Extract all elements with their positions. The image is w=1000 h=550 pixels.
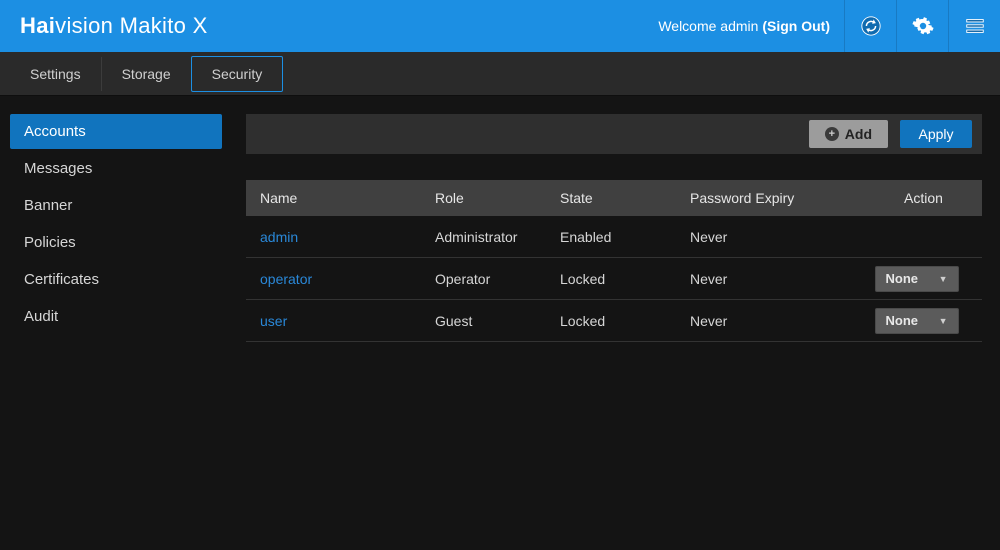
welcome-text: Welcome admin (Sign Out) xyxy=(658,18,830,34)
table-row: admin Administrator Enabled Never xyxy=(246,216,982,258)
brand-bold: Hai xyxy=(20,13,55,38)
tab-storage[interactable]: Storage xyxy=(101,57,191,91)
nav-tabs: Settings Storage Security xyxy=(0,52,1000,96)
account-link[interactable]: operator xyxy=(260,271,312,287)
action-select-label: None xyxy=(886,313,919,328)
table-row: user Guest Locked Never None ▼ xyxy=(246,300,982,342)
table-row: operator Operator Locked Never None ▼ xyxy=(246,258,982,300)
action-select[interactable]: None ▼ xyxy=(875,266,959,292)
add-button-label: Add xyxy=(845,126,872,142)
accounts-table: Name Role State Password Expiry Action a… xyxy=(246,180,982,342)
sidebar-item-certificates[interactable]: Certificates xyxy=(10,262,222,297)
account-link[interactable]: admin xyxy=(260,229,298,245)
tab-settings[interactable]: Settings xyxy=(10,57,101,91)
main-panel: + Add Apply Name Role State Password Exp… xyxy=(232,96,1000,550)
action-select-label: None xyxy=(886,271,919,286)
chevron-down-icon: ▼ xyxy=(939,316,948,326)
action-select[interactable]: None ▼ xyxy=(875,308,959,334)
cell-expiry: Never xyxy=(676,271,851,287)
welcome-prefix: Welcome admin xyxy=(658,18,762,34)
sidebar-item-banner[interactable]: Banner xyxy=(10,188,222,223)
table-header: Name Role State Password Expiry Action xyxy=(246,180,982,216)
account-link[interactable]: user xyxy=(260,313,287,329)
sidebar-item-messages[interactable]: Messages xyxy=(10,151,222,186)
sign-out-link[interactable]: (Sign Out) xyxy=(762,18,830,34)
add-button[interactable]: + Add xyxy=(809,120,888,148)
col-state: State xyxy=(546,190,676,206)
col-role: Role xyxy=(421,190,546,206)
apply-button[interactable]: Apply xyxy=(900,120,972,148)
refresh-icon[interactable] xyxy=(844,0,896,52)
tab-security[interactable]: Security xyxy=(191,56,284,92)
sidebar-item-policies[interactable]: Policies xyxy=(10,225,222,260)
cell-expiry: Never xyxy=(676,229,851,245)
brand-rest: vision Makito X xyxy=(55,13,207,38)
menu-icon[interactable] xyxy=(948,0,1000,52)
cell-action: None ▼ xyxy=(851,308,982,334)
cell-state: Locked xyxy=(546,313,676,329)
cell-role: Guest xyxy=(421,313,546,329)
cell-expiry: Never xyxy=(676,313,851,329)
col-expiry: Password Expiry xyxy=(676,190,851,206)
action-bar: + Add Apply xyxy=(246,114,982,154)
plus-icon: + xyxy=(825,127,839,141)
brand-logo: Haivision Makito X xyxy=(20,13,208,39)
col-action: Action xyxy=(851,190,982,206)
sidebar-item-accounts[interactable]: Accounts xyxy=(10,114,222,149)
cell-role: Administrator xyxy=(421,229,546,245)
sidebar-item-audit[interactable]: Audit xyxy=(10,299,222,334)
gear-icon[interactable] xyxy=(896,0,948,52)
top-bar: Haivision Makito X Welcome admin (Sign O… xyxy=(0,0,1000,52)
cell-state: Enabled xyxy=(546,229,676,245)
apply-button-label: Apply xyxy=(918,126,953,142)
cell-action: None ▼ xyxy=(851,266,982,292)
chevron-down-icon: ▼ xyxy=(939,274,948,284)
cell-state: Locked xyxy=(546,271,676,287)
sidebar: Accounts Messages Banner Policies Certif… xyxy=(0,96,232,550)
cell-role: Operator xyxy=(421,271,546,287)
col-name: Name xyxy=(246,190,421,206)
